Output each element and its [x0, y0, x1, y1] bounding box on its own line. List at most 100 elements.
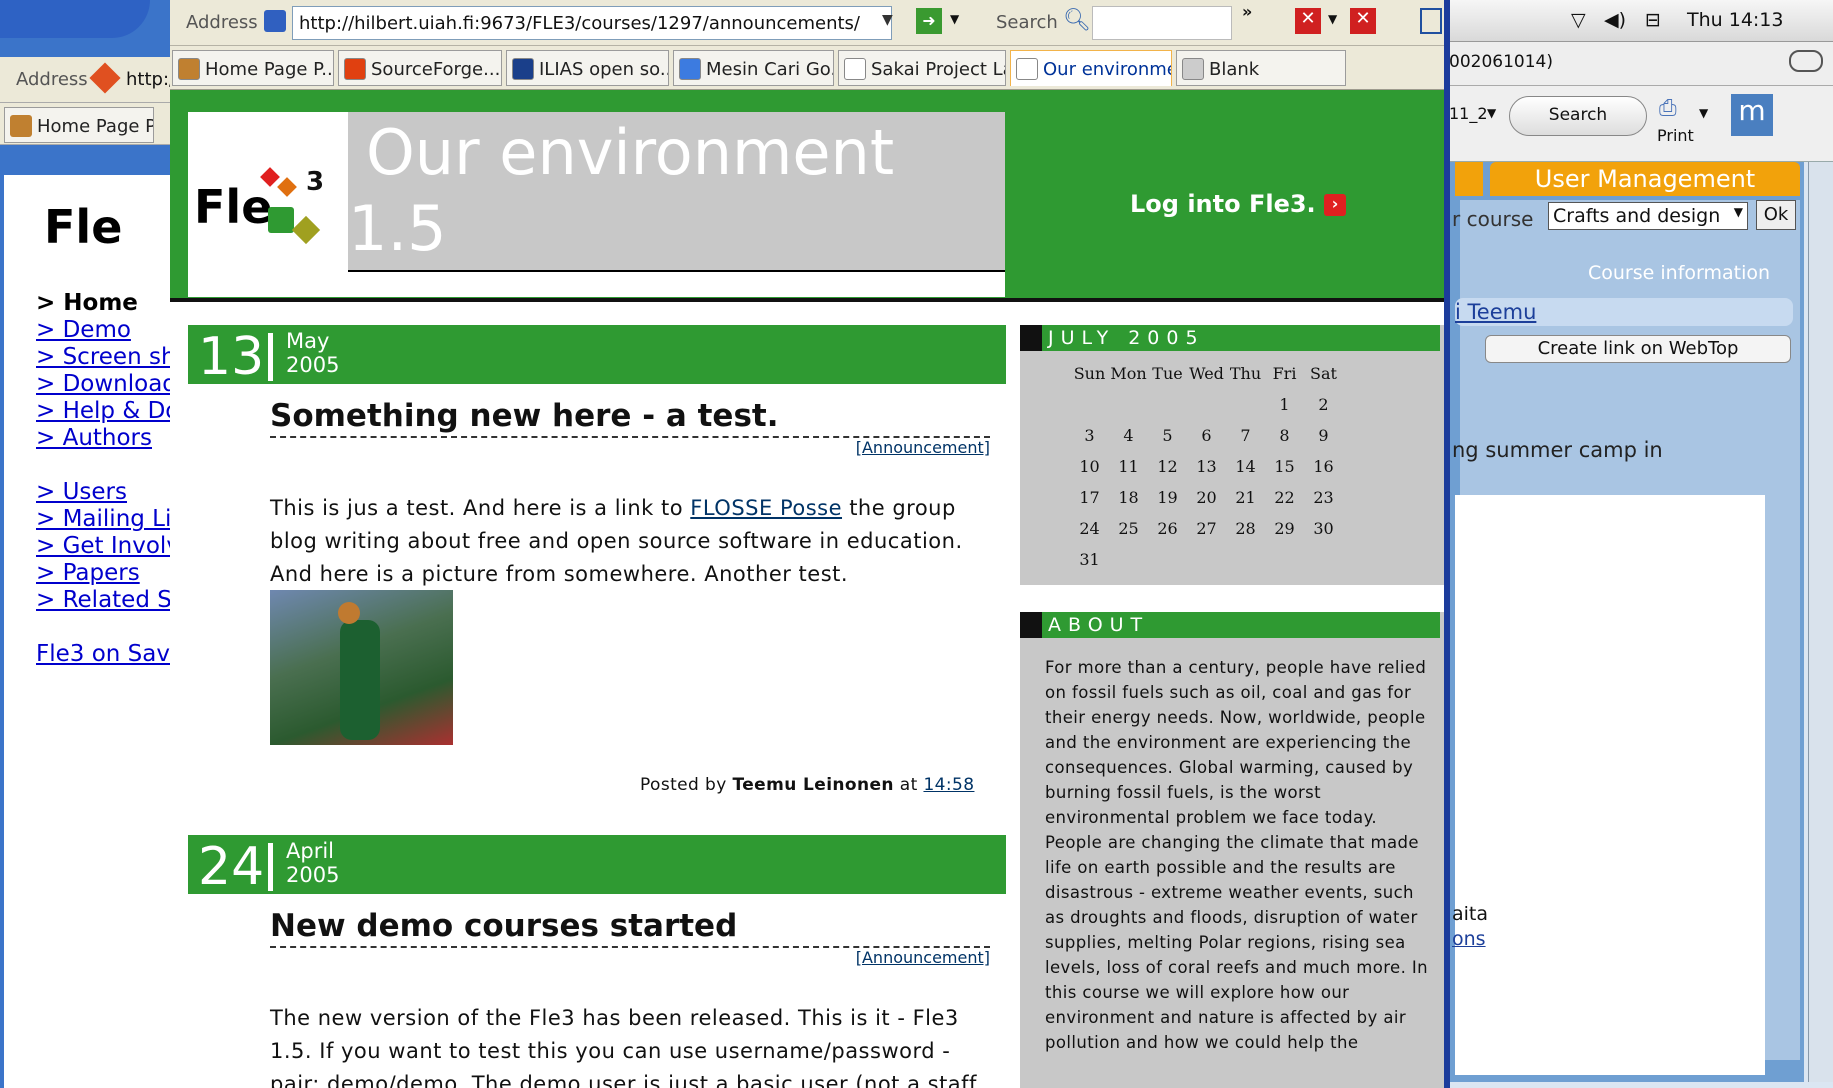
volume-icon[interactable]: ◀) [1604, 9, 1626, 31]
calendar-day [1226, 544, 1265, 575]
text-fragment: ng summer camp in [1452, 438, 1663, 462]
user-link[interactable]: i Teemu [1455, 298, 1793, 326]
mac-tab-left[interactable] [1455, 162, 1483, 196]
tab-favicon-icon [344, 58, 366, 80]
post-month: April [286, 839, 334, 863]
left-address-input[interactable]: http:/ [126, 69, 175, 90]
oval-button[interactable] [1789, 50, 1823, 72]
calendar-day: 3 [1084, 426, 1095, 445]
chevron-more-icon[interactable]: » [1242, 2, 1252, 21]
mac-toolbar: 11_2 ▼ Search ⎙ Print ▼ m [1449, 86, 1833, 162]
search-icon[interactable]: 🔍︎ [1063, 8, 1091, 33]
create-link-button[interactable]: Create link on WebTop [1485, 335, 1791, 363]
fle3-logo: Fle [44, 200, 123, 254]
app-logo-icon[interactable]: m [1731, 94, 1773, 136]
login-link[interactable]: Log into Fle3. › [1130, 190, 1347, 218]
window-icon[interactable] [1420, 8, 1442, 34]
calendar-day: 4 [1123, 426, 1134, 445]
chevron-down-icon[interactable]: ▼ [882, 12, 893, 28]
chevron-down-icon[interactable]: ▼ [1328, 12, 1337, 26]
chevron-down-icon[interactable]: ▼ [1487, 106, 1496, 120]
left-nav-item[interactable]: > Users [36, 479, 170, 505]
left-nav-item[interactable]: > Demo [36, 317, 170, 343]
calendar-day [1148, 389, 1187, 420]
calendar-title: JULY 2005 [1048, 327, 1205, 349]
left-nav-item[interactable]: > Mailing List [36, 506, 170, 532]
course-version: 1.5 [348, 192, 447, 265]
search-input[interactable] [1092, 6, 1232, 40]
ok-button[interactable]: Ok [1756, 200, 1796, 230]
logo-box: Fle 3 [188, 112, 353, 297]
post-time-link[interactable]: 14:58 [923, 775, 974, 795]
course-select[interactable]: Crafts and design ▼ [1548, 202, 1748, 230]
menubar-clock[interactable]: Thu 14:13 [1687, 9, 1783, 31]
post-month-year: May 2005 [286, 329, 339, 377]
left-nav-item[interactable]: > Download [36, 371, 170, 397]
address-fragment[interactable]: 002061014) [1449, 52, 1553, 72]
post-date-bar: 24 April 2005 [188, 835, 1006, 897]
post-category-link[interactable]: [Announcement] [830, 438, 990, 457]
flosse-posse-link[interactable]: FLOSSE Posse [690, 496, 842, 520]
tab-3[interactable]: Mesin Cari Go... [673, 50, 834, 86]
search-button[interactable]: Search [1509, 96, 1647, 136]
post-author: Teemu Leinonen [732, 775, 894, 795]
link-fragment[interactable]: ons [1452, 928, 1486, 950]
fle3-logo[interactable]: Fle [194, 180, 272, 234]
stop-icon[interactable]: ✕ [1295, 8, 1321, 34]
tab-4[interactable]: Sakai Project Lau... [838, 50, 1006, 86]
calendar-day: 21 [1235, 488, 1256, 507]
select-fragment[interactable]: 11_2 [1449, 104, 1488, 123]
left-nav-item[interactable]: > Authors [36, 425, 170, 451]
login-label: Log into Fle3. [1130, 190, 1316, 218]
printer-icon[interactable]: ⎙ [1659, 96, 1677, 121]
tab-5[interactable]: Our environment ... [1010, 50, 1172, 86]
chevron-down-icon[interactable]: ▼ [950, 12, 959, 26]
address-bar: Address http://hilbert.uiah.fi:9673/FLE3… [170, 0, 1444, 46]
calendar-day: 16 [1313, 457, 1334, 476]
header-block [1020, 612, 1042, 638]
calendar-day: 24 [1079, 519, 1100, 538]
close-icon[interactable]: ✕ [1350, 8, 1376, 34]
tab-6[interactable]: Blank [1176, 50, 1346, 86]
date-divider [268, 843, 273, 891]
post-year: 2005 [286, 353, 340, 377]
tab-label: Mesin Cari Go... [706, 59, 834, 80]
tab-label: Sakai Project Lau... [871, 59, 1005, 80]
wifi-icon[interactable]: ▽ [1571, 9, 1586, 31]
left-nav-item[interactable]: > Papers [36, 560, 170, 586]
calendar-day: 6 [1201, 426, 1212, 445]
tab-label: Home Page P... [37, 116, 154, 137]
scrollbar[interactable] [1808, 162, 1833, 1082]
title-underline [348, 270, 1005, 297]
calendar-day: 20 [1196, 488, 1217, 507]
chevron-down-icon[interactable]: ▼ [1699, 106, 1708, 120]
battery-icon[interactable]: ⊟ [1645, 9, 1661, 31]
tab-1[interactable]: SourceForge.... [338, 50, 502, 86]
calendar-weekday: Wed [1189, 364, 1224, 383]
tab-user-management[interactable]: User Management [1490, 162, 1800, 196]
left-nav-item[interactable]: > Help & Doc [36, 398, 170, 424]
calendar-day: 14 [1235, 457, 1256, 476]
tab-2[interactable]: ILIAS open so... [506, 50, 669, 86]
tab-0[interactable]: Home Page P... [172, 50, 334, 86]
left-nav-item[interactable]: Fle3 on Sava [36, 641, 170, 667]
calendar-weekday: Tue [1152, 364, 1183, 383]
left-nav-item[interactable]: > Get Involve [36, 533, 170, 559]
ball-shape [338, 602, 360, 624]
calendar-day [1109, 389, 1148, 420]
calendar-day: 15 [1274, 457, 1295, 476]
post-text: This is jus a test. And here is a link t… [270, 496, 691, 520]
post-category-link[interactable]: [Announcement] [830, 948, 990, 967]
course-title-box: Our environment 1.5 [348, 112, 1005, 270]
calendar-day [1070, 389, 1109, 420]
calendar-weekday: Sun [1073, 364, 1106, 383]
left-tab-home[interactable]: Home Page P... [4, 107, 154, 143]
post-month-year: April 2005 [286, 839, 339, 887]
url-input[interactable]: http://hilbert.uiah.fi:9673/FLE3/courses… [292, 6, 892, 40]
go-arrow-icon[interactable]: ➜ [916, 8, 942, 34]
tab-favicon-icon [178, 58, 200, 80]
logo-orange-icon [277, 177, 297, 197]
left-nav-item[interactable]: > Related Stu [36, 587, 170, 613]
calendar-weekday: Sat [1310, 364, 1337, 383]
left-nav-item[interactable]: > Screen shc [36, 344, 170, 370]
